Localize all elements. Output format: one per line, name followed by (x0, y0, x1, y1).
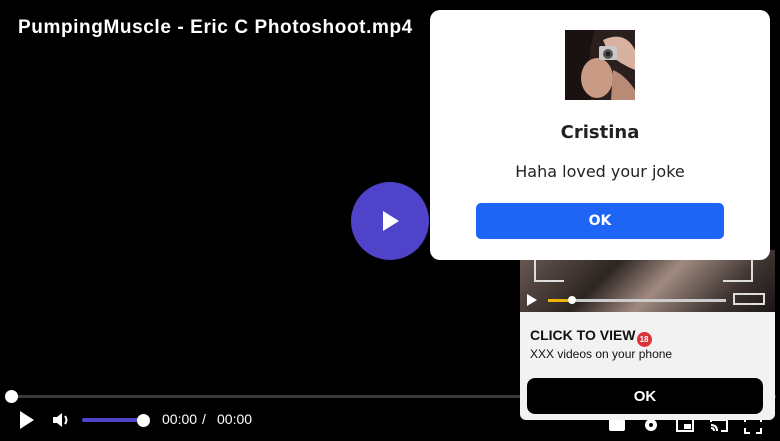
video-title: PumpingMuscle - Eric C Photoshoot.mp4 (18, 17, 413, 38)
seek-handle[interactable] (5, 390, 18, 403)
fullscreen-icon (733, 293, 765, 305)
popup-ok-button[interactable]: OK (476, 203, 724, 239)
volume-icon (53, 413, 68, 427)
play-icon (20, 411, 34, 429)
ad-card[interactable]: CLICK TO VIEW 18 XXX videos on your phone… (520, 250, 775, 420)
adult-badge-icon: 18 (636, 332, 652, 347)
chat-popup: Cristina Haha loved your joke OK (430, 10, 770, 260)
current-time: 00:00 (162, 411, 198, 427)
duration: 00:00 (217, 411, 253, 427)
volume-handle[interactable] (137, 414, 150, 427)
play-button[interactable] (18, 410, 36, 430)
play-icon (527, 294, 537, 306)
ad-ok-button[interactable]: OK (527, 378, 763, 414)
time-separator: / (202, 411, 206, 427)
ad-subtext: XXX videos on your phone (530, 347, 673, 361)
ad-headline: CLICK TO VIEW 18 (530, 327, 652, 347)
play-icon (383, 211, 399, 231)
avatar (565, 30, 635, 100)
volume-slider[interactable] (82, 418, 144, 422)
big-play-button[interactable] (351, 182, 429, 260)
mute-button[interactable] (52, 411, 72, 429)
message-text: Haha loved your joke (515, 162, 685, 181)
sender-name: Cristina (560, 122, 640, 143)
